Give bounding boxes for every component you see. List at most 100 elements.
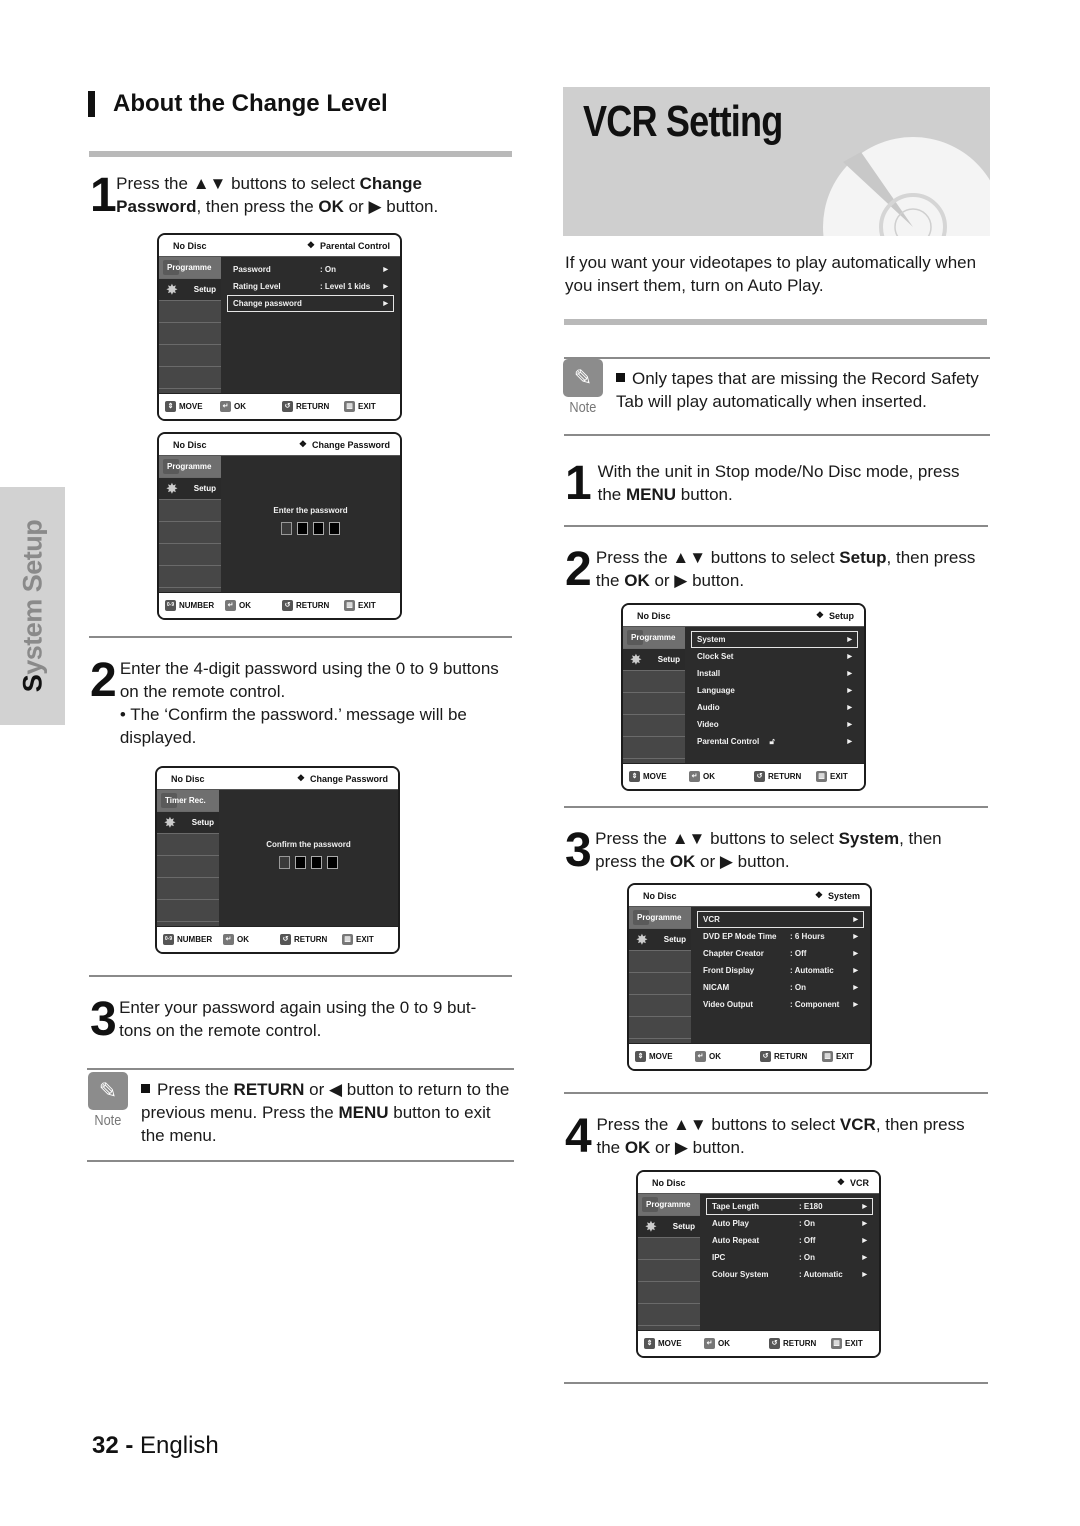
disc-status: No Disc [637, 610, 671, 621]
osd-confirm-password: No Disc ❖ Change Password Timer Rec. ✸ Setu… [155, 766, 400, 954]
osd-tab-setup[interactable]: ✸ Setup [157, 812, 219, 834]
menu-diamond-icon: ❖ [836, 1177, 845, 1187]
arrow-right-icon: ▶ [853, 1002, 858, 1008]
section-heading: About the Change Level [88, 90, 388, 118]
osd-vcr-menu: No Disc ❖ VCR Programme ✸ Setup Tape Length… [636, 1170, 881, 1358]
hint-exit: ▥ EXIT [822, 1051, 854, 1062]
arrow-right-icon: ▶ [853, 917, 858, 923]
pencil-note-icon: ✎ [563, 359, 603, 397]
unlock-icon: 🔓︎ [769, 736, 775, 746]
step-number: 2 [90, 654, 117, 707]
password-digit [313, 522, 324, 535]
osd-tab-setup[interactable]: ✸ Setup [159, 279, 221, 301]
osd-row-system[interactable]: System ▶ [691, 631, 858, 648]
osd-row-video[interactable]: Video ▶ [691, 716, 858, 733]
exit-key-icon: ▥ [342, 934, 353, 945]
osd-row-password[interactable]: Password: On ▶ [227, 261, 394, 278]
arrow-right-icon: ▶ [847, 637, 852, 643]
password-digit [311, 856, 322, 869]
osd-tab-programme[interactable]: Programme [629, 907, 691, 929]
osd-row-auto-play[interactable]: Auto Play: On ▶ [706, 1215, 873, 1232]
divider [564, 806, 988, 808]
enter-key-icon: ↵ [223, 934, 234, 945]
hint-exit: ▥ EXIT [344, 600, 376, 611]
osd-row-dvd-ep-mode-time[interactable]: DVD EP Mode Time: 6 Hours ▶ [697, 928, 864, 945]
osd-row-front-display[interactable]: Front Display: Automatic ▶ [697, 962, 864, 979]
arrow-right-icon: ▶ [862, 1272, 867, 1278]
osd-row-audio[interactable]: Audio ▶ [691, 699, 858, 716]
osd-row-vcr[interactable]: VCR ▶ [697, 911, 864, 928]
divider [89, 636, 512, 638]
osd-row-rating-level[interactable]: Rating Level: Level 1 kids ▶ [227, 278, 394, 295]
osd-tab-programme[interactable]: Programme [159, 456, 221, 478]
osd-setup-menu: No Disc ❖ Setup Programme ✸ Setup System ▶ C… [621, 603, 866, 791]
enter-key-icon: ↵ [689, 771, 700, 782]
osd-row-chapter-creator[interactable]: Chapter Creator: Off ▶ [697, 945, 864, 962]
osd-row-install[interactable]: Install ▶ [691, 665, 858, 682]
hint-ok: ↵ OK [223, 934, 280, 945]
password-input[interactable] [219, 856, 398, 869]
step-number: 2 [565, 543, 592, 596]
arrow-right-icon: ▶ [383, 284, 388, 290]
exit-key-icon: ▥ [831, 1338, 842, 1349]
osd-row-language[interactable]: Language ▶ [691, 682, 858, 699]
osd-row-nicam[interactable]: NICAM: On ▶ [697, 979, 864, 996]
osd-row-colour-system[interactable]: Colour System: Automatic ▶ [706, 1266, 873, 1283]
osd-tab-programme[interactable]: Programme [159, 257, 221, 279]
exit-key-icon: ▥ [344, 600, 355, 611]
page-number: 32 - English [92, 1432, 219, 1459]
osd-row-change-password[interactable]: Change password ▶ [227, 295, 394, 312]
disc-status: No Disc [173, 240, 207, 251]
arrow-right-icon: ▶ [862, 1255, 867, 1261]
arrow-right-icon: ▶ [847, 654, 852, 660]
return-key-icon: ↺ [769, 1338, 780, 1349]
gear-icon: ✸ [636, 932, 648, 947]
osd-row-parental-control[interactable]: Parental Control 🔓︎ ▶ [691, 733, 858, 750]
divider [87, 1068, 514, 1070]
step-bullet: • The ‘Confirm the password.’ message wi… [119, 705, 467, 747]
osd-row-video-output[interactable]: Video Output: Component ▶ [697, 996, 864, 1013]
arrow-right-icon: ▶ [853, 934, 858, 940]
menu-diamond-icon: ❖ [296, 773, 305, 783]
hint-move: ⇕ MOVE [165, 401, 220, 412]
hint-exit: ▥ EXIT [344, 401, 376, 412]
osd-row-tape-length[interactable]: Tape Length: E180 ▶ [706, 1198, 873, 1215]
osd-tab-programme[interactable]: Programme [638, 1194, 700, 1216]
disc-status: No Disc [173, 439, 207, 450]
osd-tab-programme[interactable]: Programme [623, 627, 685, 649]
left-step-2: 2 Enter the 4-digit password using the 0… [90, 657, 510, 749]
osd-row-clock-set[interactable]: Clock Set ▶ [691, 648, 858, 665]
exit-key-icon: ▥ [816, 771, 827, 782]
step-text: Press the ▲▼ buttons to select VCR, then… [596, 1115, 965, 1157]
osd-tab-setup[interactable]: ✸ Setup [638, 1216, 700, 1238]
hint-number: 0-9 NUMBER [163, 934, 213, 945]
password-digit [327, 856, 338, 869]
password-digit [329, 522, 340, 535]
osd-tab-setup[interactable]: ✸ Setup [623, 649, 685, 671]
divider [564, 1382, 988, 1384]
gear-icon: ✸ [645, 1219, 657, 1234]
updown-key-icon: ⇕ [629, 771, 640, 782]
osd-row-auto-repeat[interactable]: Auto Repeat: Off ▶ [706, 1232, 873, 1249]
password-input[interactable] [221, 522, 400, 535]
note-text: Press the RETURN or ◀ button to return t… [141, 1080, 510, 1145]
step-text: Enter your password again using the 0 to… [119, 998, 477, 1040]
step-text: Press the ▲▼ buttons to select Change Pa… [116, 174, 439, 216]
osd-title: Change Password [311, 439, 390, 450]
enter-key-icon: ↵ [220, 401, 231, 412]
pencil-note-icon: ✎ [88, 1072, 128, 1110]
osd-tab-setup[interactable]: ✸ Setup [159, 478, 221, 500]
updown-key-icon: ⇕ [635, 1051, 646, 1062]
hint-ok: ↵ OK [220, 401, 282, 412]
square-bullet-icon [141, 1084, 150, 1093]
number-key-icon: 0-9 [165, 600, 176, 611]
osd-tab-timer-rec[interactable]: Timer Rec. [157, 790, 219, 812]
osd-tab-setup[interactable]: ✸ Setup [629, 929, 691, 951]
enter-key-icon: ↵ [225, 600, 236, 611]
hint-move: ⇕ MOVE [635, 1051, 695, 1062]
divider [564, 434, 990, 436]
intro-text: If you want your videotapes to play auto… [565, 253, 977, 295]
side-tab-label: System Setup [17, 519, 47, 693]
osd-row-ipc[interactable]: IPC: On ▶ [706, 1249, 873, 1266]
password-prompt: Enter the password [273, 506, 348, 515]
